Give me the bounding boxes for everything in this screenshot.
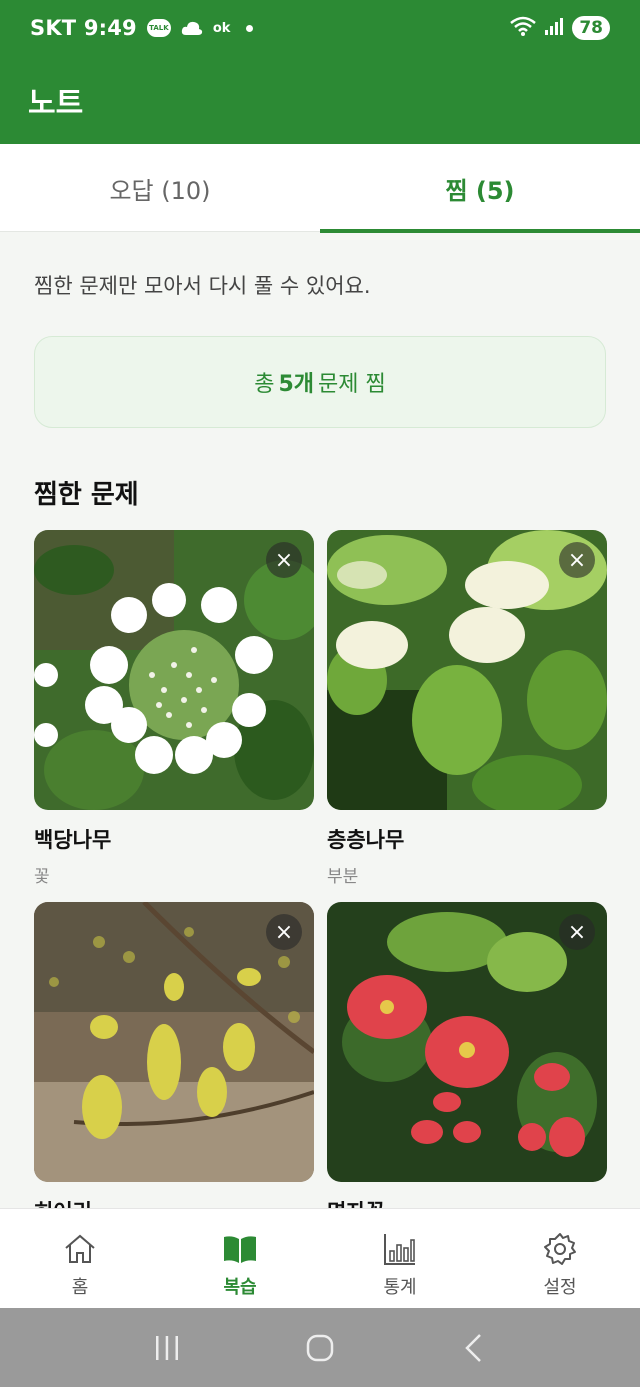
- page-title: 노트: [28, 86, 84, 121]
- home-button[interactable]: [300, 1328, 340, 1368]
- favorite-card[interactable]: × 층층나무 부분: [327, 530, 607, 887]
- home-icon: [65, 1234, 95, 1263]
- card-title: 층층나무: [327, 828, 405, 852]
- nav-label: 설정: [543, 1277, 577, 1298]
- carrier-time: SKT 9:49: [30, 16, 137, 40]
- system-navigation-bar: [0, 1308, 640, 1387]
- nav-settings[interactable]: 설정: [480, 1209, 640, 1308]
- app-bar: 노트: [0, 60, 640, 144]
- nav-label: 홈: [71, 1277, 89, 1298]
- nav-label: 통계: [383, 1277, 417, 1298]
- signal-icon: [544, 16, 564, 40]
- dogwood-white-flower-clusters-image: ×: [327, 530, 607, 810]
- status-bar: SKT 9:49 TALK ok 78: [0, 0, 640, 60]
- favorite-card[interactable]: × 백당나무 꽃: [34, 530, 314, 887]
- remove-favorite-button[interactable]: ×: [559, 542, 595, 578]
- chart-icon: [384, 1234, 415, 1265]
- nav-review[interactable]: 복습: [160, 1209, 320, 1308]
- favorite-card[interactable]: × 명자꽃: [327, 902, 607, 1226]
- card-title: 백당나무: [34, 828, 112, 852]
- nav-label: 복습: [223, 1277, 257, 1298]
- summary-count: 5개: [278, 372, 315, 397]
- nav-stats[interactable]: 통계: [320, 1209, 480, 1308]
- notification-dot: [246, 24, 254, 32]
- recent-apps-button[interactable]: [147, 1328, 187, 1368]
- bottom-navigation: 홈 복습 통계 설정: [0, 1208, 640, 1308]
- white-viburnum-flower-image: ×: [34, 530, 314, 810]
- favorite-card[interactable]: × 히어리: [34, 902, 314, 1226]
- yellow-hanging-flowers-image: ×: [34, 902, 314, 1182]
- remove-favorite-button[interactable]: ×: [266, 914, 302, 950]
- nav-home[interactable]: 홈: [0, 1209, 160, 1308]
- gear-icon: [544, 1233, 576, 1265]
- tab-bar: 오답 (10) 찜 (5): [0, 144, 640, 233]
- remove-favorite-button[interactable]: ×: [559, 914, 595, 950]
- remove-favorite-button[interactable]: ×: [266, 542, 302, 578]
- kakaotalk-icon: TALK: [146, 19, 171, 37]
- red-quince-flowers-image: ×: [327, 902, 607, 1182]
- summary-suffix: 문제 찜: [318, 372, 386, 397]
- battery-indicator: 78: [572, 16, 610, 40]
- ok-icon: ok: [212, 20, 231, 36]
- card-tag: 꽃: [34, 867, 50, 887]
- tab-favorites[interactable]: 찜 (5): [320, 144, 640, 233]
- book-icon: [224, 1236, 256, 1263]
- cloud-icon: [181, 19, 203, 37]
- card-tag: 부분: [327, 867, 359, 887]
- summary-prefix: 총: [254, 372, 275, 397]
- tab-wrong-answers[interactable]: 오답 (10): [0, 144, 320, 232]
- wifi-icon: [510, 16, 537, 40]
- back-button[interactable]: [453, 1328, 493, 1368]
- favorites-summary-box: 총 5개 문제 찜: [34, 336, 606, 428]
- intro-text: 찜한 문제만 모아서 다시 풀 수 있어요.: [34, 274, 371, 298]
- section-title: 찜한 문제: [34, 480, 139, 510]
